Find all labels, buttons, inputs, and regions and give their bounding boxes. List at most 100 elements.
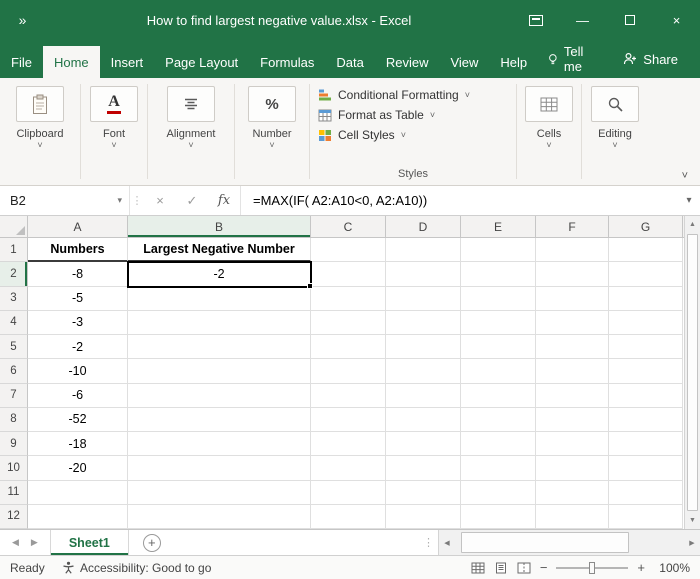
zoom-in-button[interactable]: + — [637, 560, 645, 575]
column-header-G[interactable]: G — [609, 216, 683, 237]
cell-B12[interactable] — [128, 505, 311, 529]
cell-A3[interactable]: -5 — [28, 287, 128, 311]
cell-F4[interactable] — [536, 311, 609, 335]
clipboard-tile[interactable] — [16, 86, 64, 122]
cell-G12[interactable] — [609, 505, 683, 529]
cell-D10[interactable] — [386, 456, 461, 480]
number-group-button[interactable]: % Number ˅ — [235, 78, 309, 185]
cell-F7[interactable] — [536, 384, 609, 408]
cell-F9[interactable] — [536, 432, 609, 456]
row-header-3[interactable]: 3 — [0, 287, 28, 311]
tab-insert[interactable]: Insert — [100, 46, 155, 78]
cell-E7[interactable] — [461, 384, 536, 408]
cell-G8[interactable] — [609, 408, 683, 432]
font-group-button[interactable]: A Font ˅ — [81, 78, 147, 185]
cell-F11[interactable] — [536, 481, 609, 505]
cell-B6[interactable] — [128, 359, 311, 383]
scroll-left-button[interactable]: ◀ — [439, 530, 455, 555]
name-box-dropdown-icon[interactable]: ▾ — [117, 195, 129, 206]
cell-B5[interactable] — [128, 335, 311, 359]
select-all-button[interactable] — [0, 216, 28, 237]
next-sheet-button[interactable]: ▶ — [31, 537, 38, 548]
name-box[interactable]: B2 ▾ — [0, 186, 130, 215]
cell-E4[interactable] — [461, 311, 536, 335]
minimize-button[interactable]: — — [559, 0, 606, 40]
tell-me-button[interactable]: Tell me — [538, 44, 607, 74]
cell-F8[interactable] — [536, 408, 609, 432]
number-tile[interactable]: % — [248, 86, 296, 122]
cell-E2[interactable] — [461, 262, 536, 286]
cell-F6[interactable] — [536, 359, 609, 383]
row-header-5[interactable]: 5 — [0, 335, 28, 359]
cell-B7[interactable] — [128, 384, 311, 408]
scroll-up-button[interactable]: ▲ — [685, 216, 700, 233]
previous-sheet-button[interactable]: ◀ — [12, 537, 19, 548]
column-header-E[interactable]: E — [461, 216, 536, 237]
row-header-9[interactable]: 9 — [0, 432, 28, 456]
cell-A6[interactable]: -10 — [28, 359, 128, 383]
cell-B9[interactable] — [128, 432, 311, 456]
cell-F12[interactable] — [536, 505, 609, 529]
cell-C5[interactable] — [311, 335, 386, 359]
cell-F10[interactable] — [536, 456, 609, 480]
cell-A8[interactable]: -52 — [28, 408, 128, 432]
cell-B10[interactable] — [128, 456, 311, 480]
cell-G3[interactable] — [609, 287, 683, 311]
format-as-table-button[interactable]: Format as Table ˅ — [318, 108, 435, 122]
cell-B11[interactable] — [128, 481, 311, 505]
cell-E5[interactable] — [461, 335, 536, 359]
tab-formulas[interactable]: Formulas — [249, 46, 325, 78]
cells-group-button[interactable]: Cells ˅ — [517, 78, 581, 185]
cell-G2[interactable] — [609, 262, 683, 286]
tab-view[interactable]: View — [439, 46, 489, 78]
cell-F1[interactable] — [536, 238, 609, 262]
row-header-12[interactable]: 12 — [0, 505, 28, 529]
cell-A1[interactable]: Numbers — [28, 238, 128, 262]
cell-D11[interactable] — [386, 481, 461, 505]
column-header-F[interactable]: F — [536, 216, 609, 237]
cell-D2[interactable] — [386, 262, 461, 286]
row-header-1[interactable]: 1 — [0, 238, 28, 262]
cell-C2[interactable] — [311, 262, 386, 286]
cell-E1[interactable] — [461, 238, 536, 262]
cell-A11[interactable] — [28, 481, 128, 505]
cell-G9[interactable] — [609, 432, 683, 456]
cell-D9[interactable] — [386, 432, 461, 456]
tab-page-layout[interactable]: Page Layout — [154, 46, 249, 78]
cell-G5[interactable] — [609, 335, 683, 359]
cell-D6[interactable] — [386, 359, 461, 383]
tab-file[interactable]: File — [0, 46, 43, 78]
formula-input[interactable]: =MAX(IF( A2:A10<0, A2:A10)) — [240, 186, 678, 215]
vertical-scrollbar[interactable]: ▲ ▼ — [684, 216, 700, 529]
editing-tile[interactable] — [591, 86, 639, 122]
scroll-right-button[interactable]: ▶ — [684, 530, 700, 555]
zoom-out-button[interactable]: − — [540, 560, 548, 575]
cell-C12[interactable] — [311, 505, 386, 529]
cell-D5[interactable] — [386, 335, 461, 359]
cells-tile[interactable] — [525, 86, 573, 122]
cell-E10[interactable] — [461, 456, 536, 480]
row-header-11[interactable]: 11 — [0, 481, 28, 505]
enter-button[interactable]: ✓ — [176, 186, 208, 215]
cell-C4[interactable] — [311, 311, 386, 335]
zoom-slider[interactable] — [556, 567, 628, 569]
cell-E6[interactable] — [461, 359, 536, 383]
formula-bar-expand-icon[interactable]: ▾ — [678, 186, 700, 215]
collapse-ribbon-button[interactable]: ˅ — [682, 170, 688, 182]
sheet-tab-sheet1[interactable]: Sheet1 — [50, 530, 129, 555]
tab-scroll-splitter[interactable]: ⋮ — [419, 530, 438, 555]
vertical-scrollbar-thumb[interactable] — [687, 234, 698, 511]
row-header-6[interactable]: 6 — [0, 359, 28, 383]
cell-A5[interactable]: -2 — [28, 335, 128, 359]
font-tile[interactable]: A — [90, 86, 138, 122]
cell-A4[interactable]: -3 — [28, 311, 128, 335]
column-header-B[interactable]: B — [128, 216, 311, 237]
cell-C9[interactable] — [311, 432, 386, 456]
cell-G6[interactable] — [609, 359, 683, 383]
close-button[interactable]: × — [653, 0, 700, 40]
alignment-group-button[interactable]: Alignment ˅ — [148, 78, 234, 185]
cell-E11[interactable] — [461, 481, 536, 505]
new-sheet-button[interactable]: + — [143, 534, 161, 552]
cell-F5[interactable] — [536, 335, 609, 359]
fill-handle[interactable] — [307, 283, 313, 289]
